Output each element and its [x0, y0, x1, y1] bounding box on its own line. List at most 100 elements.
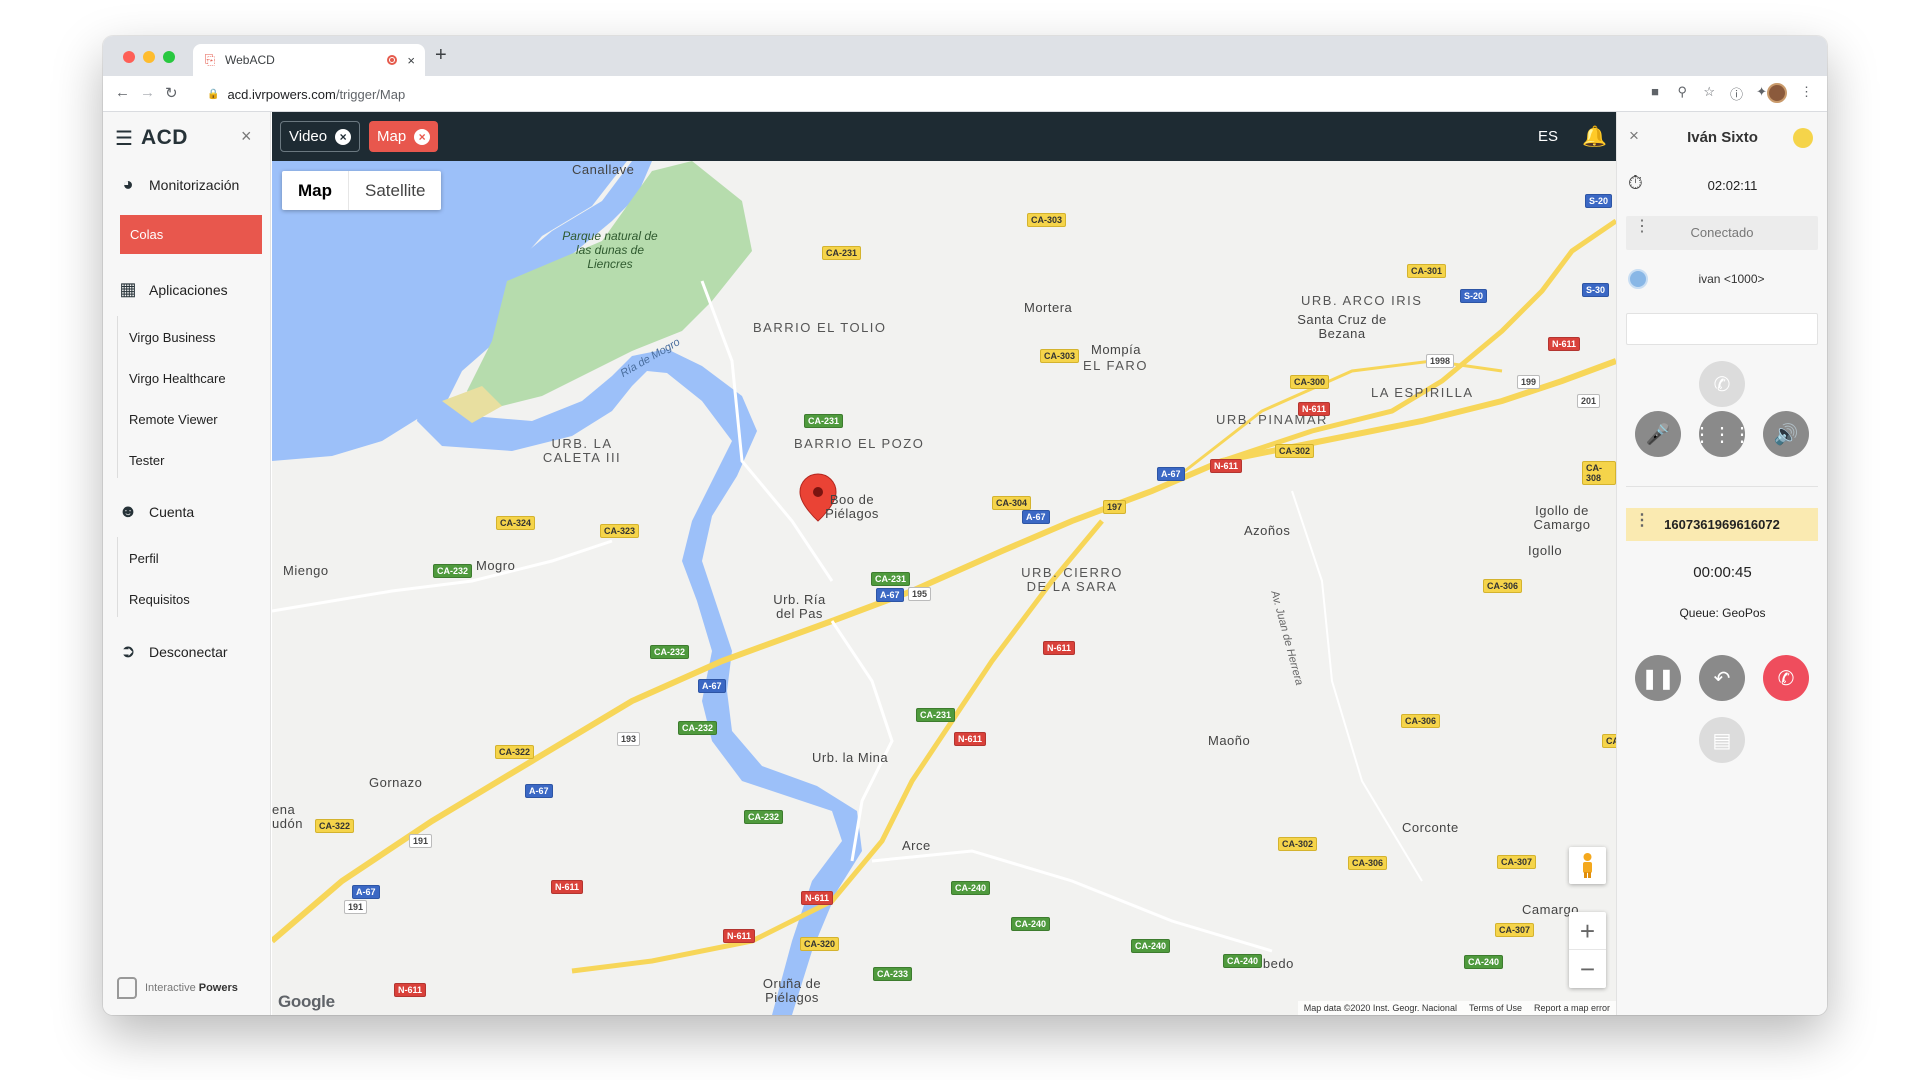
road-shield: CA-300	[1290, 375, 1330, 389]
connection-status[interactable]: ⋮ Conectado	[1626, 216, 1818, 250]
hamburger-menu-icon[interactable]: ☰	[115, 126, 133, 151]
road-shield: A-67	[352, 885, 380, 899]
road-shield: CA-240	[951, 881, 991, 895]
browser-menu-icon[interactable]: ⋮	[1800, 84, 1813, 100]
map-label: Gornazo	[369, 775, 423, 790]
call-kebab-menu-icon[interactable]: ⋮	[1634, 513, 1650, 529]
minimize-window-button[interactable]	[143, 51, 155, 63]
new-tab-button[interactable]: +	[435, 44, 447, 67]
notes-icon: ▤	[1712, 729, 1732, 752]
extensions-puzzle-icon[interactable]: ✦	[1756, 84, 1767, 100]
road-shield: CA-306	[1348, 856, 1388, 870]
sidebar-close-icon[interactable]: ×	[241, 126, 252, 147]
sidebar-item-remote-viewer[interactable]: Remote Viewer	[129, 412, 218, 427]
menu-aplicaciones[interactable]: ▦ Aplicaciones	[117, 279, 227, 300]
road-shield: CA-304	[992, 496, 1032, 510]
mute-button[interactable]: 🎤	[1635, 411, 1681, 457]
active-call-number[interactable]: ⋮ 1607361969616072	[1626, 508, 1818, 541]
google-map[interactable]: Map Satellite Canallave Parque natural d…	[272, 161, 1616, 1015]
speaker-icon: 🔊	[1773, 423, 1799, 446]
dialpad-button[interactable]: ⋮⋮⋮	[1692, 411, 1752, 457]
key-icon[interactable]: ⚲	[1677, 84, 1687, 100]
sidebar-item-virgo-healthcare[interactable]: Virgo Healthcare	[129, 371, 226, 386]
map-label: Canallave	[572, 162, 635, 177]
map-label: Santa Cruz de Bezana	[1297, 312, 1387, 341]
report-map-error-link[interactable]: Report a map error	[1534, 1003, 1610, 1013]
street-view-pegman-icon[interactable]	[1569, 847, 1606, 884]
hangup-button[interactable]: ✆	[1763, 655, 1809, 701]
profile-avatar[interactable]	[1767, 83, 1787, 103]
app-topbar: Video × Map × ES 🔔	[272, 112, 1616, 161]
dialpad-icon: ⋮⋮⋮	[1692, 423, 1752, 446]
call-duration: 00:00:45	[1693, 564, 1752, 581]
tab-map-label: Map	[377, 128, 407, 145]
browser-tab[interactable]: ⎘ WebACD ×	[193, 44, 425, 76]
road-shield: 201	[1577, 394, 1601, 408]
map-attribution: Map data ©2020 Inst. Geogr. Nacional Ter…	[1297, 1001, 1616, 1015]
map-type-control: Map Satellite	[282, 171, 442, 210]
zoom-in-button[interactable]: +	[1569, 912, 1606, 950]
tab-close-icon[interactable]: ×	[407, 53, 415, 68]
menu-cuenta-label: Cuenta	[149, 503, 195, 520]
presence-status-dot[interactable]	[1793, 128, 1813, 148]
menu-monitorizacion[interactable]: ◕ Monitorización	[117, 174, 240, 195]
road-shield: CA-231	[822, 246, 862, 260]
road-shield: CA-320	[800, 937, 840, 951]
menu-cuenta[interactable]: ☻ Cuenta	[117, 501, 195, 522]
call-button[interactable]: ✆	[1699, 361, 1745, 407]
close-video-tab-icon[interactable]: ×	[335, 128, 352, 145]
road-shield: CA-240	[1223, 954, 1263, 968]
road-shield: A-67	[525, 784, 553, 798]
road-shield: 199	[1517, 375, 1541, 389]
tab-video[interactable]: Video ×	[280, 121, 361, 152]
info-extension-icon[interactable]: ⓘ	[1730, 84, 1743, 103]
close-window-button[interactable]	[123, 51, 135, 63]
road-shield: S-30	[1582, 283, 1610, 297]
lock-icon: 🔒	[207, 88, 220, 100]
notes-button[interactable]: ▤	[1699, 717, 1745, 763]
road-shield: CA-306	[1401, 714, 1441, 728]
terms-of-use-link[interactable]: Terms of Use	[1469, 1003, 1522, 1013]
divider	[1626, 486, 1818, 487]
sidebar-item-colas[interactable]: Colas	[120, 215, 262, 254]
map-canvas[interactable]	[272, 161, 1616, 1015]
transfer-button[interactable]: ↶	[1699, 655, 1745, 701]
browser-tab-strip: ⎘ WebACD × +	[103, 36, 1827, 76]
camera-icon[interactable]: ■	[1651, 84, 1659, 99]
session-timer: 02:02:11	[1707, 178, 1758, 193]
bookmark-star-icon[interactable]: ☆	[1703, 84, 1715, 100]
road-shield: CA-232	[650, 645, 690, 659]
back-arrow-icon[interactable]: ←	[115, 84, 130, 101]
road-shield: CA-307	[1495, 923, 1535, 937]
map-label: Miengo	[283, 563, 329, 578]
menu-desconectar[interactable]: ➲ Desconectar	[117, 641, 227, 662]
language-selector[interactable]: ES	[1538, 128, 1558, 145]
sidebar-item-perfil[interactable]: Perfil	[129, 551, 159, 566]
close-map-tab-icon[interactable]: ×	[414, 128, 431, 145]
browser-toolbar: ← → ↻ 🔒 acd.ivrpowers.com/trigger/Map ■ …	[103, 76, 1827, 112]
sidebar-item-virgo-business[interactable]: Virgo Business	[129, 330, 215, 345]
dial-number-input[interactable]	[1626, 313, 1818, 345]
tab-map[interactable]: Map ×	[369, 121, 439, 152]
address-bar[interactable]: 🔒 acd.ivrpowers.com/trigger/Map	[207, 81, 1707, 107]
footer-brand-bold: Powers	[198, 982, 238, 994]
road-shield: 1998	[1426, 354, 1455, 368]
map-type-map-button[interactable]: Map	[282, 171, 349, 210]
sidebar-item-tester[interactable]: Tester	[129, 453, 164, 468]
volume-button[interactable]: 🔊	[1763, 411, 1809, 457]
road-shield: CA-322	[315, 819, 355, 833]
reload-icon[interactable]: ↻	[165, 84, 178, 102]
zoom-out-button[interactable]: −	[1569, 950, 1606, 988]
tab-title: WebACD	[225, 53, 275, 67]
map-type-satellite-button[interactable]: Satellite	[349, 171, 441, 210]
road-shield: CA-324	[496, 516, 536, 530]
bell-notifications-icon[interactable]: 🔔	[1582, 124, 1607, 149]
map-label: Azoños	[1244, 523, 1291, 538]
forward-arrow-icon[interactable]: →	[140, 84, 155, 101]
extension-label: ivan <1000>	[1698, 272, 1765, 286]
sidebar-item-requisitos[interactable]: Requisitos	[129, 592, 190, 607]
kebab-menu-icon[interactable]: ⋮	[1634, 219, 1650, 235]
hold-button[interactable]: ❚❚	[1635, 655, 1681, 701]
road-shield: A-67	[1157, 467, 1185, 481]
maximize-window-button[interactable]	[163, 51, 175, 63]
